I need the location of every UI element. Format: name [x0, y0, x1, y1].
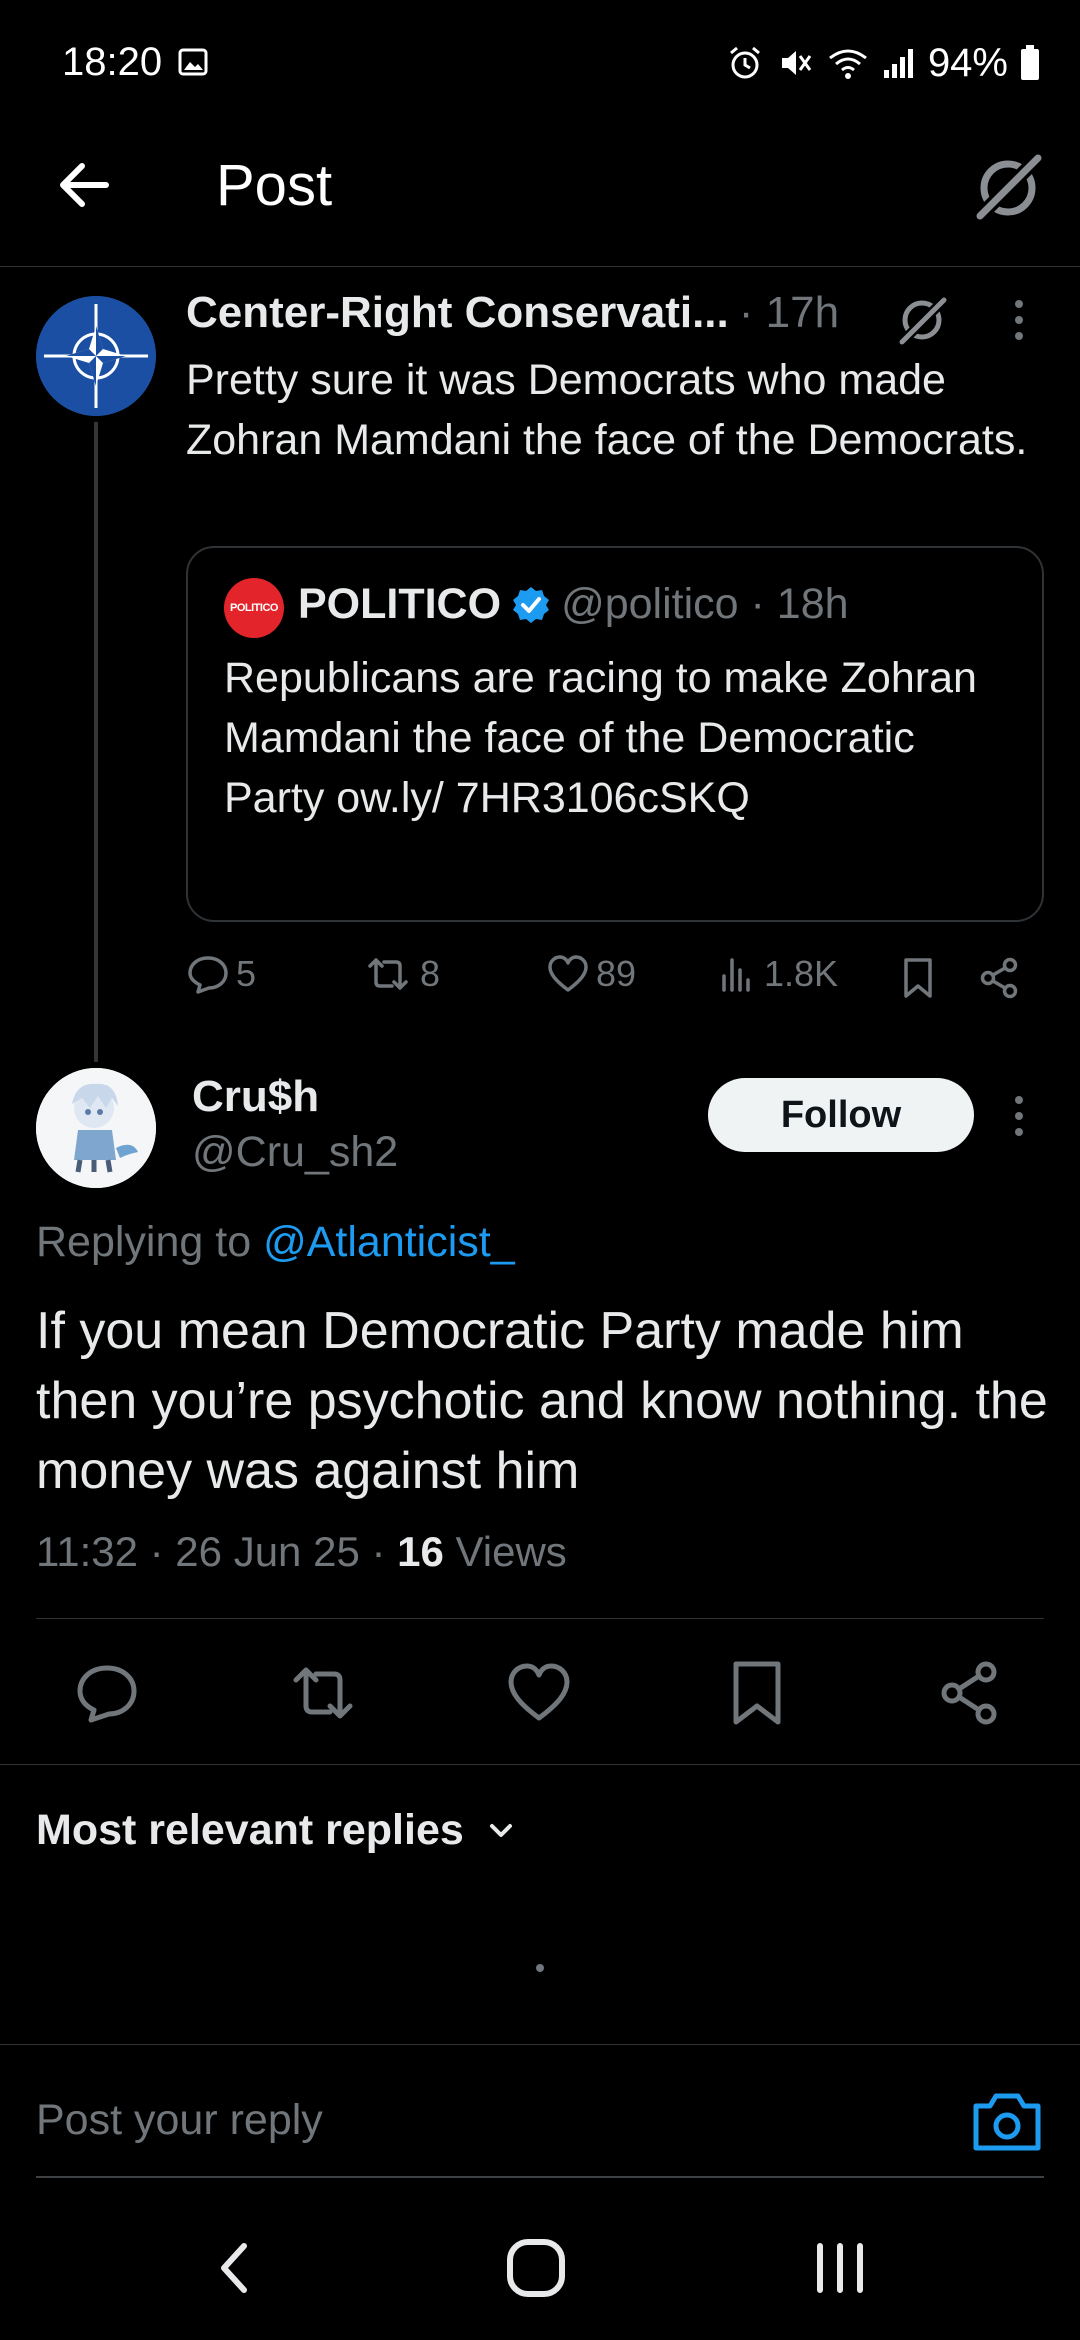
main-author-avatar[interactable]: [36, 1068, 156, 1188]
composer-divider: [0, 2044, 1080, 2045]
grok-icon[interactable]: [970, 150, 1046, 226]
share-icon[interactable]: [936, 1658, 1006, 1728]
parent-views-button[interactable]: 1.8K: [718, 952, 838, 996]
quote-handle-time: @politico · 18h: [561, 580, 849, 628]
meta-divider: [36, 1618, 1044, 1619]
signal-icon: [883, 49, 913, 78]
replying-prefix: Replying to: [36, 1218, 264, 1266]
actions-divider: [0, 1764, 1080, 1765]
gallery-notification-icon: [178, 48, 208, 76]
status-time: 18:20: [62, 40, 163, 84]
nav-home-icon[interactable]: [496, 2236, 576, 2300]
header-divider: [0, 266, 1080, 267]
main-author-handle[interactable]: @Cru_sh2: [192, 1128, 398, 1177]
like-icon[interactable]: [504, 1658, 574, 1728]
wifi-icon: [829, 49, 867, 79]
quote-avatar: POLITICO: [224, 578, 284, 638]
verified-badge-icon: [513, 586, 550, 623]
nav-back-icon[interactable]: [196, 2236, 276, 2300]
reply-input[interactable]: Post your reply: [36, 2096, 323, 2145]
nav-recents-icon[interactable]: [800, 2236, 880, 2300]
repost-icon: [368, 958, 408, 990]
more-vertical-icon[interactable]: [1004, 296, 1034, 344]
repost-icon[interactable]: [288, 1658, 358, 1728]
back-arrow-icon[interactable]: [50, 150, 120, 220]
parent-views-count: 1.8K: [764, 953, 839, 994]
replies-sort-dropdown[interactable]: Most relevant replies: [36, 1806, 518, 1855]
battery-percent: 94%: [927, 40, 1008, 85]
chevron-down-icon: [489, 1823, 512, 1837]
parent-like-count: 89: [596, 953, 637, 994]
reply-icon[interactable]: [72, 1658, 142, 1728]
nato-star-icon: [36, 296, 156, 416]
replying-to-context: Replying to @Atlanticist_: [36, 1218, 515, 1267]
post-views-count[interactable]: 16: [397, 1528, 444, 1575]
more-vertical-icon[interactable]: [1004, 1092, 1034, 1140]
thread-line: [94, 422, 98, 1062]
quote-author-name: POLITICO: [298, 580, 502, 628]
replies-sort-label: Most relevant replies: [36, 1806, 464, 1854]
page-title: Post: [216, 153, 333, 218]
quote-header: POLITICO @politico · 18h: [298, 580, 849, 629]
quoted-post-card[interactable]: POLITICO POLITICO @politico · 18h Republ…: [186, 546, 1044, 922]
status-bar: 18:20 94%: [0, 0, 1080, 120]
bookmark-icon[interactable]: [898, 956, 938, 1000]
loading-indicator: [536, 1964, 544, 1972]
post-views-label: Views: [443, 1528, 567, 1575]
composer-underline: [36, 2176, 1044, 2178]
views-icon: [722, 958, 750, 992]
main-post-text: If you mean Democratic Party made him th…: [36, 1302, 1048, 1500]
anime-character-avatar: [36, 1068, 156, 1188]
bookmark-icon[interactable]: [722, 1658, 792, 1728]
status-icons: 94%: [726, 38, 1040, 88]
parent-repost-count: 8: [420, 953, 441, 994]
like-icon: [548, 955, 588, 992]
share-icon[interactable]: [978, 956, 1022, 1000]
main-post-meta: 11:32 · 26 Jun 25 · 16 Views: [36, 1528, 567, 1576]
parent-author-name[interactable]: Center-Right Conservati...: [186, 288, 729, 338]
parent-repost-button[interactable]: 8: [362, 952, 440, 996]
quote-text: Republicans are racing to make Zohran Ma…: [224, 654, 977, 822]
camera-icon[interactable]: [970, 2090, 1044, 2154]
parent-avatar[interactable]: [36, 296, 156, 416]
battery-icon: [1021, 45, 1039, 80]
mute-icon: [781, 51, 812, 75]
main-author-name[interactable]: Cru$h: [192, 1072, 319, 1122]
follow-button[interactable]: Follow: [708, 1078, 974, 1152]
parent-post-time: · 17h: [738, 288, 840, 337]
replying-mention-link[interactable]: @Atlanticist_: [263, 1218, 515, 1266]
grok-icon[interactable]: [892, 290, 952, 350]
parent-post-text: Pretty sure it was Democrats who made Zo…: [186, 356, 1028, 464]
parent-like-button[interactable]: 89: [546, 952, 636, 996]
alarm-icon: [729, 46, 760, 79]
post-timestamp: 11:32 · 26 Jun 25 ·: [36, 1528, 398, 1575]
parent-reply-count: 5: [236, 953, 257, 994]
reply-icon: [188, 956, 228, 994]
parent-reply-button[interactable]: 5: [186, 952, 256, 996]
parent-post-header: Center-Right Conservati... · 17h: [186, 288, 839, 338]
